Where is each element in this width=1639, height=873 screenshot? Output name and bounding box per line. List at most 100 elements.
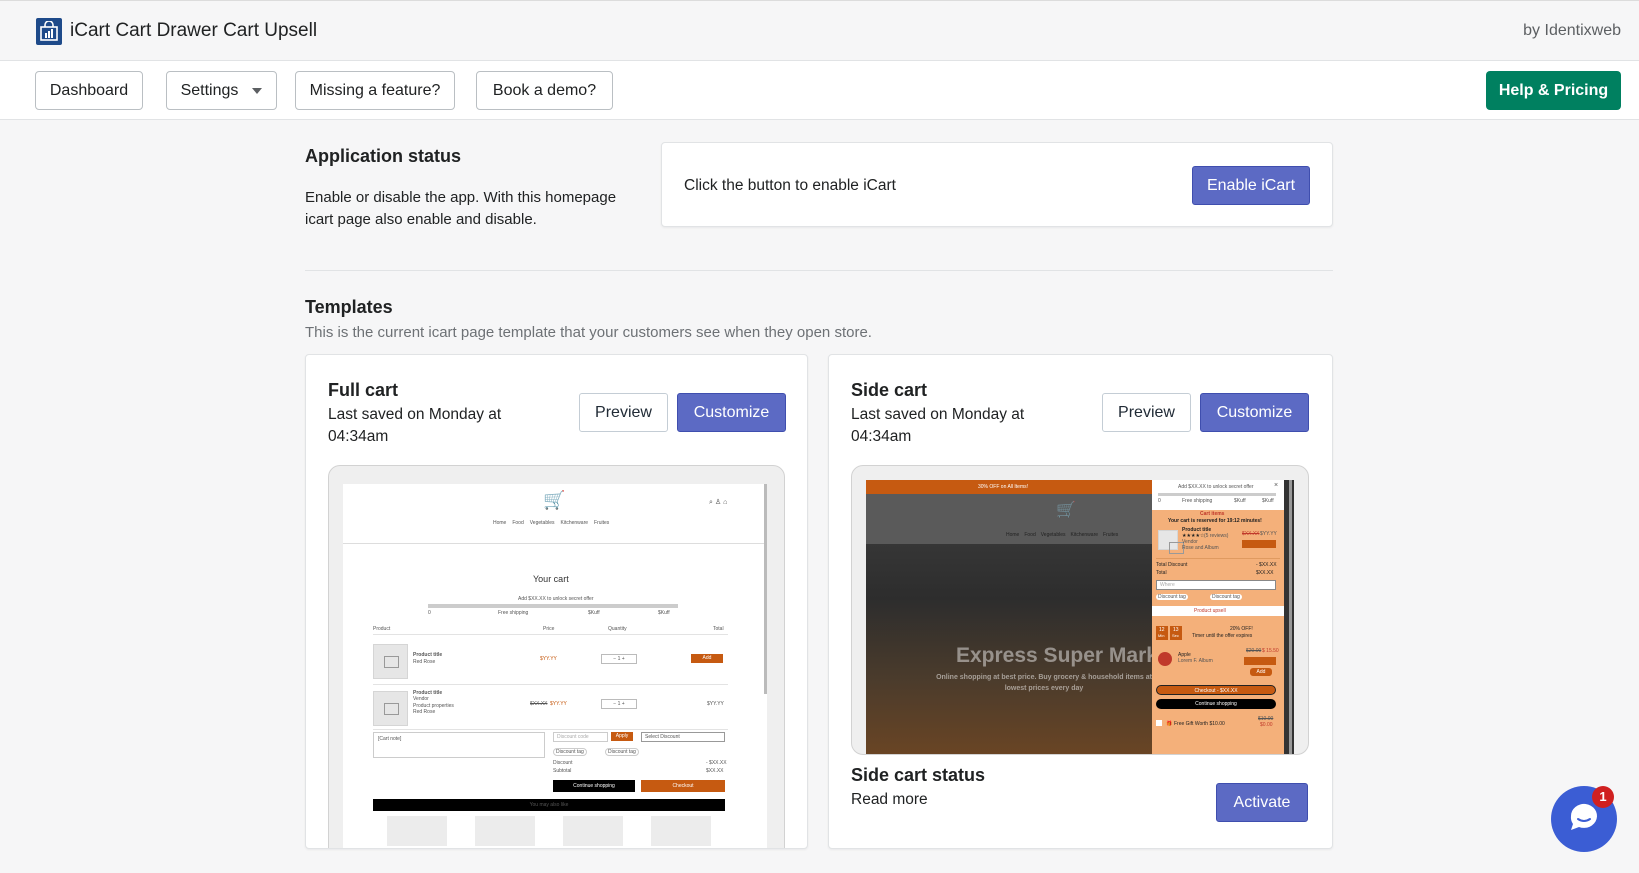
mock-product-price: $YY.YY	[540, 656, 557, 662]
mock-variant: Rose and Album	[1182, 545, 1219, 551]
side-cart-title: Side cart	[851, 380, 928, 400]
mock-timer-unit: Min	[1158, 633, 1165, 638]
settings-dropdown[interactable]: Settings	[166, 71, 277, 110]
help-pricing-button[interactable]: Help & Pricing	[1486, 71, 1621, 110]
mock-gift-text: Free Gift Worth $10.00	[1174, 721, 1225, 727]
side-cart-preview-button[interactable]: Preview	[1102, 393, 1191, 432]
mock-milestone: 0	[1158, 498, 1161, 504]
mock-store-nav: Home Food Vegetables Kitchenware Fruites	[1006, 532, 1118, 538]
mock-upsell-tile	[651, 816, 711, 846]
mock-drawer-header: Add $XX.XX to unlock secret offer × 0 Fr…	[1152, 480, 1284, 510]
book-demo-button[interactable]: Book a demo?	[476, 71, 613, 110]
settings-label: Settings	[180, 81, 239, 99]
mock-total-label: Total	[1156, 570, 1167, 576]
chat-unread-badge: 1	[1592, 786, 1614, 808]
missing-feature-button[interactable]: Missing a feature?	[295, 71, 455, 110]
mock-product-variant: Red Rose	[413, 709, 436, 715]
mock-gift-price: $0.00	[1260, 722, 1273, 728]
mock-qty-stepper	[1244, 657, 1276, 665]
mock-col-header: Quantity	[608, 626, 627, 632]
mock-nav-item: Food	[512, 520, 524, 526]
mock-offer-sub: Timer until the offer expires	[1192, 633, 1253, 639]
mock-qty-stepper: − 1 +	[601, 654, 637, 664]
mock-subtotal-value: $XX.XX	[706, 768, 724, 774]
mock-discount-value: - $XX.XX	[706, 760, 727, 766]
mock-discount-tag: Discount tag	[553, 748, 587, 756]
chevron-down-icon	[252, 87, 263, 94]
app-status-description: Enable or disable the app. With this hom…	[305, 189, 617, 228]
mock-nav-item: Vegetables	[1040, 532, 1066, 538]
mock-product-price: $YY.YY	[550, 701, 567, 707]
mock-divider	[373, 729, 728, 730]
mock-store-header: 🛒 Home Food Vegetables Kitchenware Fruit…	[866, 494, 1152, 544]
mock-timer-box: 13 Sec	[1170, 626, 1182, 640]
mock-milestone: $Kuff	[1234, 498, 1246, 504]
mock-divider	[373, 634, 728, 635]
mock-nav-item: Food	[1024, 532, 1036, 538]
activate-side-cart-button[interactable]: Activate	[1216, 783, 1308, 822]
mock-discount-input: Discount code	[553, 732, 608, 742]
mock-cart-note: [Cart note]	[373, 732, 545, 758]
mock-store-header: 🛒 Home Food Vegetables Kitchenware Fruit…	[343, 484, 767, 544]
dashboard-button[interactable]: Dashboard	[35, 71, 143, 110]
mock-col-header: Total	[713, 626, 724, 632]
mock-unlock-text: Add $XX.XX to unlock secret offer	[518, 596, 594, 602]
mock-store-name: Express Super Market	[956, 644, 1152, 667]
mock-total-value: $XX.XX	[1256, 570, 1274, 576]
mock-discount-tag: Discount tag	[1210, 594, 1242, 600]
mock-discount-tag: Discount tag	[605, 748, 639, 756]
mock-gift-checkbox	[1156, 720, 1162, 726]
mock-milestone: $Kuff	[588, 610, 600, 616]
mock-col-header: Price	[543, 626, 555, 632]
mock-cart-heading: Your cart	[533, 574, 569, 584]
mock-milestone: 0	[428, 610, 431, 616]
mock-side-drawer: Add $XX.XX to unlock secret offer × 0 Fr…	[1152, 480, 1284, 754]
mock-discount-select: Select Discount	[641, 732, 725, 742]
mock-announcement-text: 30% OFF on All Items!	[978, 484, 1029, 490]
mock-timer-box: 12 Min	[1156, 626, 1168, 640]
app-status-title: Application status	[305, 146, 462, 166]
mock-announcement-bar: 30% OFF on All Items!	[866, 480, 1152, 494]
mock-upsell-bar: Product upsell	[1152, 606, 1284, 616]
full-cart-preview-screen: 🛒 Home Food Vegetables Kitchenware Fruit…	[343, 484, 767, 848]
mock-nav-item: Kitchenware	[1070, 532, 1099, 538]
developer-credit: by Identixweb	[1523, 22, 1621, 39]
app-logo-icon	[36, 18, 62, 45]
mock-upsell-heading: Product upsell	[1194, 608, 1226, 614]
mock-continue-button: Continue shopping	[1156, 699, 1276, 709]
read-more-link[interactable]: Read more	[851, 791, 928, 809]
mock-offer-text: 20% OFF!	[1230, 626, 1253, 632]
mock-milestone: $Kuff	[658, 610, 670, 616]
cart-logo-icon: 🛒	[543, 490, 566, 510]
app-header: iCart Cart Drawer Cart Upsell by Identix…	[0, 0, 1639, 61]
mock-note-placeholder: Where	[1160, 582, 1175, 588]
side-cart-saved-time: Last saved on Monday at 04:34am	[851, 406, 1025, 445]
mock-qty-stepper	[1242, 540, 1276, 548]
mock-reviews: (5 reviews)	[1204, 533, 1229, 539]
mock-nav-item: Fruites	[1103, 532, 1119, 538]
mock-subtotal-label: Subtotal	[553, 768, 572, 774]
mock-upsell-compare: $20.00	[1246, 648, 1262, 654]
mock-continue-button: Continue shopping	[553, 780, 635, 792]
mock-col-header: Product	[373, 626, 391, 632]
mock-compare-price: $XX.XX	[530, 701, 548, 707]
mock-product-total: $YY.YY	[707, 701, 724, 707]
side-cart-customize-button[interactable]: Customize	[1200, 393, 1309, 432]
close-icon: ×	[1274, 482, 1279, 489]
mock-progress-bar	[428, 604, 678, 608]
full-cart-saved-time: Last saved on Monday at 04:34am	[328, 406, 502, 445]
mock-store-nav: Home Food Vegetables Kitchenware Fruites	[493, 520, 609, 526]
mock-note-input: Where	[1156, 580, 1276, 590]
mock-milestone: $Kuff	[1262, 498, 1274, 504]
full-cart-customize-button[interactable]: Customize	[677, 393, 786, 432]
mock-upsell-tile	[563, 816, 623, 846]
templates-description: This is the current icart page template …	[305, 324, 872, 341]
enable-icart-button[interactable]: Enable iCart	[1192, 166, 1310, 205]
mock-price: $YY.YY	[1260, 531, 1277, 537]
full-cart-preview-button[interactable]: Preview	[579, 393, 668, 432]
mock-may-like-bar: You may also like	[373, 799, 725, 811]
mock-checkout-button: Checkout	[641, 780, 725, 792]
mock-milestone: Free shipping	[498, 610, 529, 616]
cart-logo-icon: 🛒	[1056, 502, 1076, 519]
mock-progress-bar	[1158, 493, 1276, 496]
